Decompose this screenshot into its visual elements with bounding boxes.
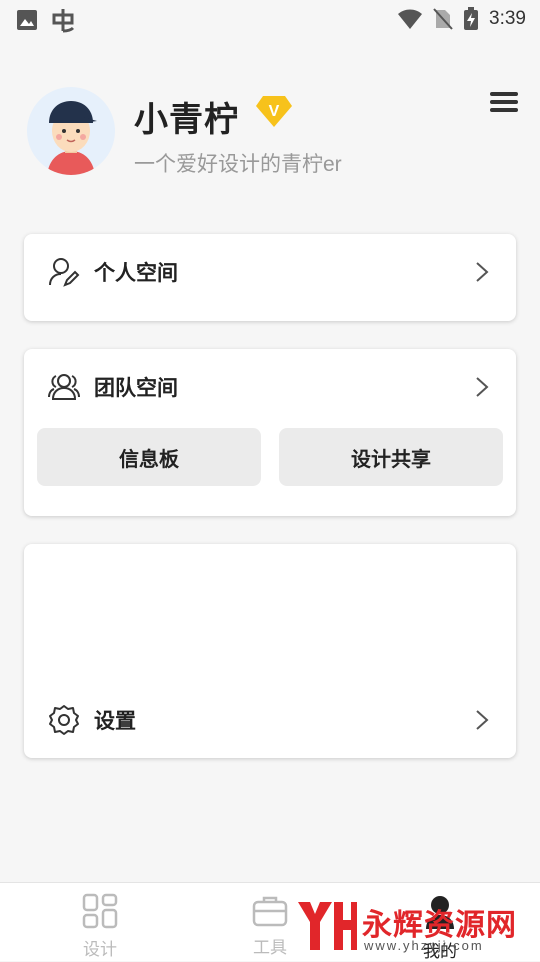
nav-label-design: 设计 [83, 940, 117, 959]
user-edit-icon [49, 258, 80, 287]
design-share-button[interactable]: 设计共享 [279, 428, 503, 486]
watermark: 永辉资源网 www.yhzyjj.com [296, 898, 526, 958]
info-board-button[interactable]: 信息板 [37, 428, 261, 486]
hamburger-line [490, 108, 518, 112]
image-icon [17, 10, 37, 30]
username: 小青柠 [134, 101, 239, 139]
battery-charging-icon [464, 7, 479, 30]
bug-icon [52, 9, 75, 33]
gear-icon [49, 705, 79, 735]
personal-space-label: 个人空间 [94, 262, 178, 285]
settings-row[interactable]: 设置 [24, 690, 516, 750]
no-sim-icon [433, 8, 453, 30]
hamburger-line [490, 92, 518, 96]
personal-space-row[interactable]: 个人空间 [24, 242, 516, 302]
team-icon [48, 374, 80, 400]
settings-card: 设置 [24, 544, 516, 758]
personal-space-card: 个人空间 [24, 234, 516, 321]
chevron-right-icon [476, 710, 489, 730]
hamburger-line [490, 100, 518, 104]
avatar[interactable] [27, 87, 115, 175]
briefcase-icon [252, 896, 288, 927]
vip-badge-icon: V [256, 96, 292, 127]
settings-label: 设置 [94, 710, 136, 733]
chevron-right-icon [476, 262, 489, 282]
team-space-card: 团队空间 信息板 设计共享 [24, 349, 516, 516]
team-space-row[interactable]: 团队空间 [24, 357, 516, 417]
vip-badge-text: V [269, 103, 280, 120]
team-space-label: 团队空间 [94, 377, 178, 400]
wifi-icon [398, 9, 423, 29]
grid-icon [82, 893, 118, 929]
status-bar: 3:39 [0, 0, 540, 38]
clock: 3:39 [489, 8, 526, 29]
watermark-logo [298, 902, 357, 950]
chevron-right-icon [476, 377, 489, 397]
nav-item-design[interactable]: 设计 [40, 883, 160, 961]
menu-button[interactable] [490, 92, 518, 114]
user-bio: 一个爱好设计的青柠er [134, 153, 342, 176]
watermark-url: www.yhzyjj.com [364, 938, 484, 953]
